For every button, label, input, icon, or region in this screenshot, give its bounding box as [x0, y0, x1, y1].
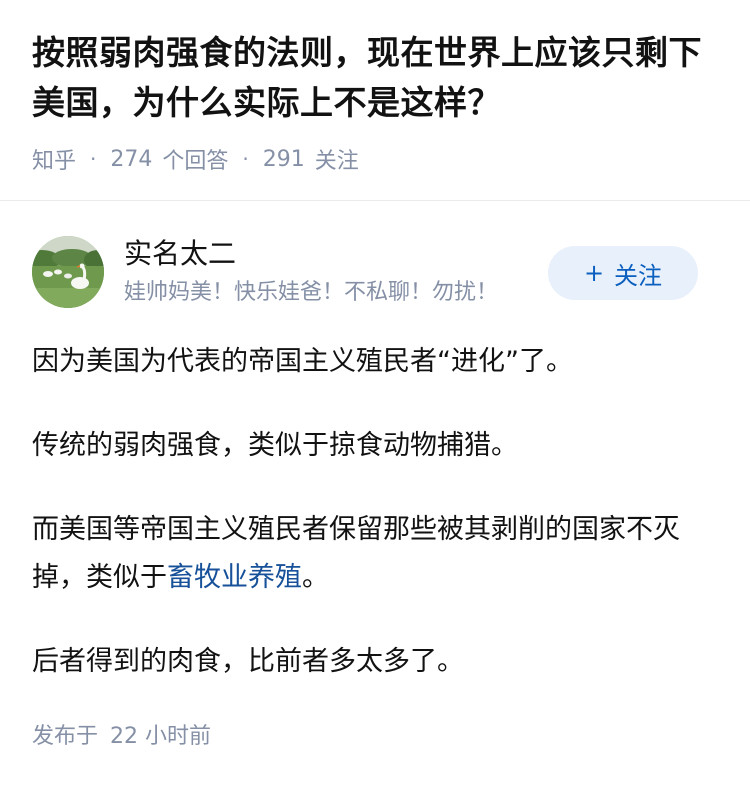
answer-footer: 发布于 22 小时前: [32, 722, 211, 752]
meta-separator: ·: [242, 147, 249, 171]
avatar-photo-swans-icon: [32, 236, 104, 308]
answers-count: 274: [110, 146, 153, 172]
answers-label[interactable]: 个回答: [162, 143, 228, 175]
answer-paragraph: 而美国等帝国主义殖民者保留那些被其剥削的国家不灭掉，类似于畜牧业养殖。: [32, 506, 722, 602]
author-bio: 娃帅妈美！快乐娃爸！不私聊！勿扰！: [124, 280, 499, 305]
follow-button[interactable]: + 关注: [548, 246, 698, 300]
follow-label: 关注: [614, 261, 663, 290]
answer-paragraph: 后者得到的肉食，比前者多太多了。: [32, 646, 464, 677]
answer-content: 因为美国为代表的帝国主义殖民者“进化”了。 传统的弱肉强食，类似于掠食动物捕猎。…: [32, 338, 722, 722]
avatar[interactable]: [32, 236, 104, 308]
question-title[interactable]: 按照弱肉强食的法则，现在世界上应该只剩下美国，为什么实际上不是这样？: [32, 28, 718, 128]
published-label: 发布于: [32, 724, 99, 749]
question-meta: 知乎 · 274 个回答 · 291 关注: [32, 143, 718, 175]
divider: [0, 200, 750, 201]
published-time: 22 小时前: [110, 724, 212, 749]
answer-paragraph: 因为美国为代表的帝国主义殖民者“进化”了。: [32, 346, 573, 377]
answer-paragraph-text: 而美国等帝国主义殖民者保留那些被其剥削的国家不灭掉，类似于: [32, 514, 680, 593]
plus-icon: +: [583, 259, 605, 287]
answer-paragraph: 传统的弱肉强食，类似于掠食动物捕猎。: [32, 430, 518, 461]
answer-paragraph-end: 。: [302, 562, 329, 593]
meta-separator: ·: [90, 147, 97, 171]
source-label[interactable]: 知乎: [32, 143, 76, 175]
question-header: 按照弱肉强食的法则，现在世界上应该只剩下美国，为什么实际上不是这样？ 知乎 · …: [0, 0, 750, 174]
followers-count: 291: [262, 146, 305, 172]
followers-label: 关注: [314, 149, 359, 174]
topic-link[interactable]: 畜牧业养殖: [167, 562, 302, 593]
author-name[interactable]: 实名太二: [124, 236, 236, 272]
author-card: 实名太二 娃帅妈美！快乐娃爸！不私聊！勿扰！ + 关注: [32, 236, 718, 308]
